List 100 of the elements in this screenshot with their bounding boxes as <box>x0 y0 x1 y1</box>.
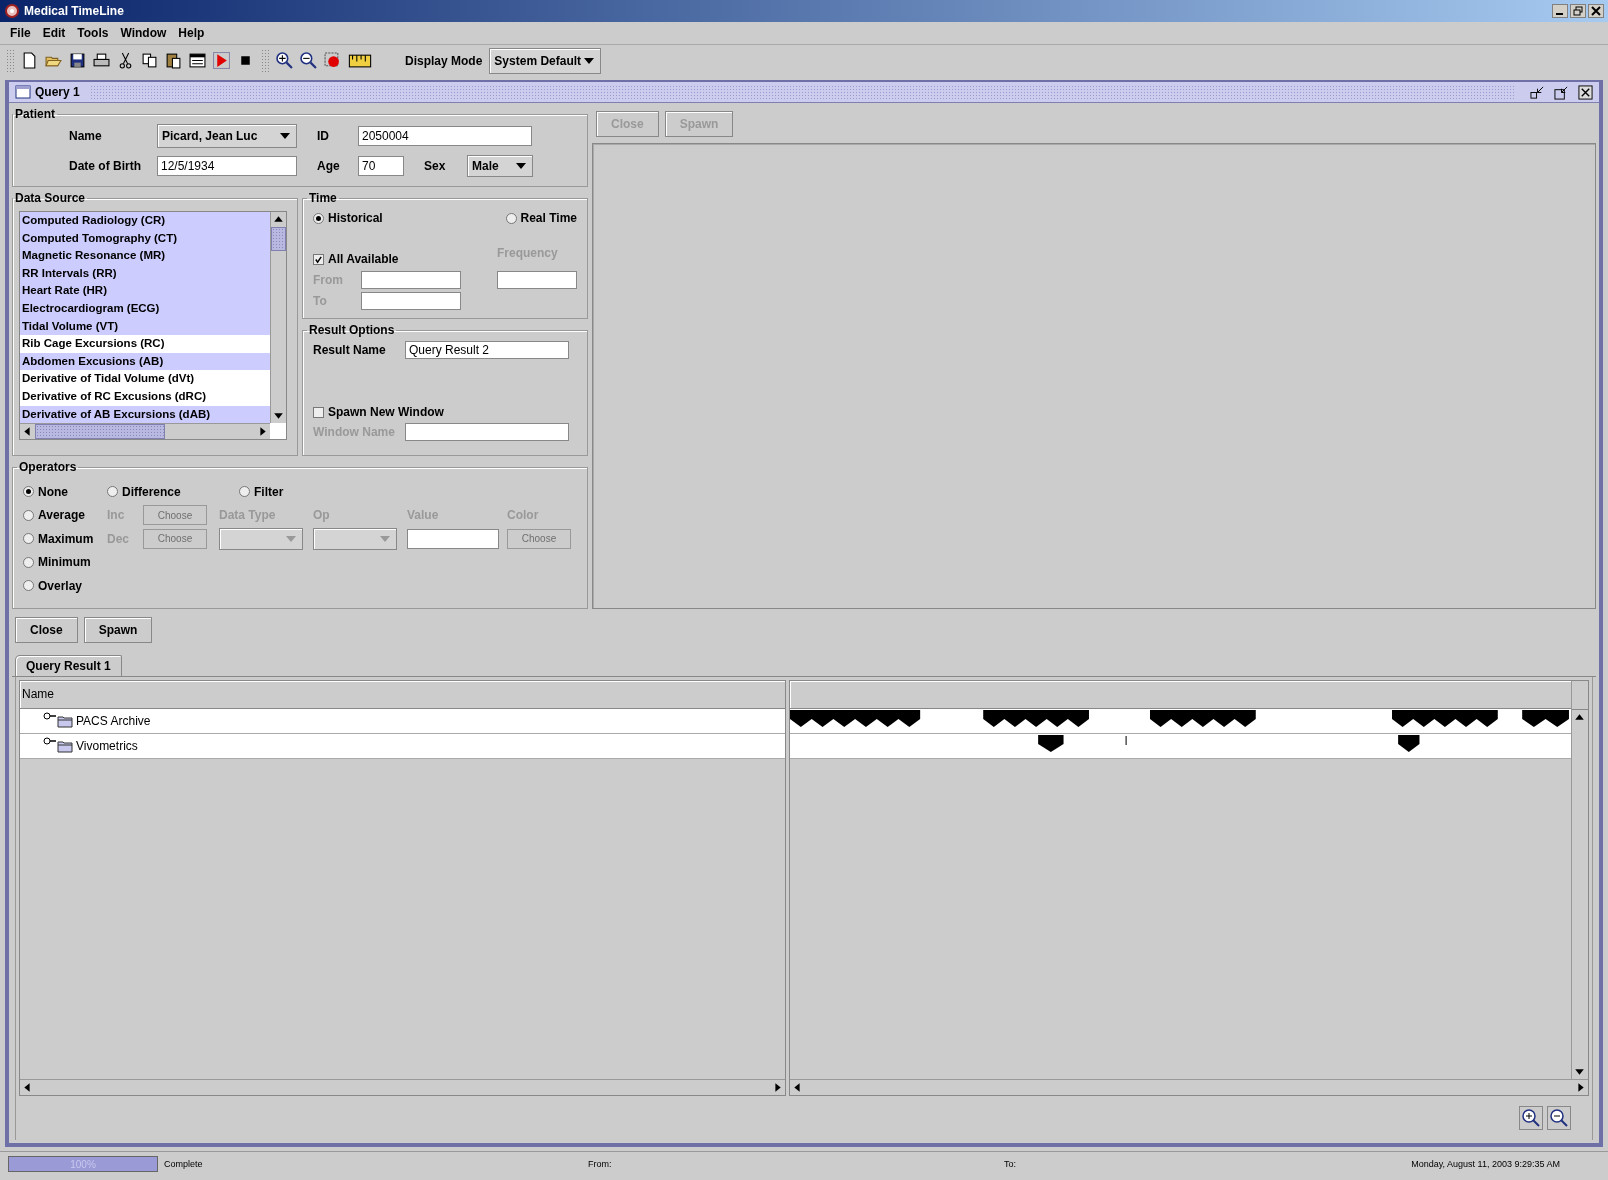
sex-dropdown[interactable]: Male <box>467 155 533 177</box>
radio-indicator[interactable] <box>23 580 34 592</box>
save-icon[interactable] <box>69 52 86 69</box>
age-field[interactable]: 70 <box>358 156 404 176</box>
age-label: Age <box>316 159 341 173</box>
radio-indicator[interactable] <box>23 556 34 568</box>
checkbox-indicator[interactable] <box>313 406 324 418</box>
paste-icon[interactable] <box>165 52 182 69</box>
tree-node-label[interactable]: Vivometrics <box>76 739 138 753</box>
time-mode-radio[interactable]: Historical <box>313 211 383 225</box>
result-name-label: Result Name <box>313 343 387 357</box>
name-label: Name <box>68 129 103 143</box>
scroll-thumb[interactable] <box>271 227 286 251</box>
menu-item[interactable]: Help <box>176 26 211 40</box>
zoom-in-icon[interactable] <box>276 52 293 69</box>
new-document-icon[interactable] <box>21 52 38 69</box>
operator-radio[interactable]: Filter <box>239 484 407 499</box>
folder-icon <box>57 714 73 728</box>
printer-icon[interactable] <box>93 52 110 69</box>
data-source-item[interactable]: Heart Rate (HR) <box>20 282 270 300</box>
display-mode-dropdown[interactable]: System Default <box>489 47 602 74</box>
checkbox-indicator[interactable] <box>313 253 324 265</box>
op-dropdown[interactable] <box>313 527 397 550</box>
zoom-out-icon[interactable] <box>300 52 317 69</box>
operator-radio[interactable]: Minimum <box>23 555 107 570</box>
scroll-thumb[interactable] <box>35 424 165 439</box>
date-of-birth-field[interactable]: 12/5/1934 <box>157 156 297 176</box>
play-icon[interactable] <box>213 52 230 69</box>
data-source-title: Data Source <box>14 191 87 205</box>
to-status: To: <box>1004 1159 1017 1169</box>
caret-icon <box>280 133 290 139</box>
vertical-scrollbar[interactable] <box>1571 681 1588 1079</box>
menu-item[interactable]: Window <box>118 26 173 40</box>
from-status: From: <box>588 1159 613 1169</box>
caret-icon <box>584 57 595 64</box>
radio-indicator[interactable] <box>107 486 118 498</box>
table-window-icon[interactable] <box>189 52 206 69</box>
record-icon[interactable] <box>324 52 341 69</box>
result-tab[interactable]: Query Result 1 <box>15 655 122 676</box>
radio-indicator[interactable] <box>23 533 34 545</box>
scissors-icon[interactable] <box>117 52 134 69</box>
patient-title: Patient <box>14 107 56 121</box>
time-title: Time <box>308 191 338 205</box>
tree-toggle-icon[interactable] <box>43 737 57 747</box>
column-header[interactable]: Name <box>20 681 785 709</box>
spawn-new-window-checkbox[interactable]: Spawn New Window <box>313 405 577 419</box>
horizontal-scrollbar[interactable] <box>20 1079 785 1095</box>
window-icon <box>15 84 31 100</box>
restore-icon[interactable] <box>1570 4 1586 18</box>
maximize-icon[interactable] <box>1554 84 1569 100</box>
sex-label: Sex <box>423 159 447 173</box>
id-field[interactable]: 2050004 <box>358 126 532 146</box>
data-source-item[interactable]: Magnetic Resonance (MR) <box>20 247 270 265</box>
minimize-icon[interactable] <box>1552 4 1568 18</box>
tree-node-label[interactable]: PACS Archive <box>76 714 151 728</box>
tree-toggle-icon[interactable] <box>43 712 57 722</box>
radio-indicator[interactable] <box>505 212 517 224</box>
date-time: Monday, August 11, 2003 9:29:35 AM <box>1411 1159 1561 1169</box>
zoom-out-icon[interactable] <box>1547 1106 1571 1130</box>
result-name-field[interactable]: Query Result 2 <box>405 341 569 359</box>
patient-name-dropdown[interactable]: Picard, Jean Luc <box>157 124 297 148</box>
result-action-button[interactable]: Close <box>15 617 78 643</box>
radio-indicator[interactable] <box>313 212 324 224</box>
ruler-icon[interactable] <box>348 52 372 69</box>
result-options-title: Result Options <box>308 323 396 337</box>
radio-indicator[interactable] <box>239 486 250 498</box>
operator-radio[interactable]: None <box>23 484 107 499</box>
horizontal-scrollbar[interactable] <box>20 423 270 439</box>
folder-icon <box>57 739 73 753</box>
data-type-dropdown[interactable] <box>219 527 303 550</box>
copy-icon[interactable] <box>141 52 158 69</box>
caret-icon <box>286 535 296 542</box>
minimize-icon[interactable] <box>1530 84 1545 100</box>
zoom-in-icon[interactable] <box>1519 1106 1543 1130</box>
close-icon[interactable] <box>1578 84 1593 100</box>
caret-icon <box>380 535 390 542</box>
id-label: ID <box>316 129 330 143</box>
date-of-birth-label: Date of Birth <box>68 159 142 173</box>
internal-window-title: Query 1 <box>35 85 80 99</box>
operator-radio[interactable]: Maximum <box>23 531 107 546</box>
result-action-button[interactable]: Spawn <box>83 617 153 643</box>
status-text: Complete <box>164 1159 204 1169</box>
radio-indicator[interactable] <box>23 509 34 521</box>
close-icon[interactable] <box>1588 4 1604 18</box>
vertical-scrollbar[interactable] <box>270 212 286 423</box>
time-mode-radio[interactable]: Real Time <box>505 211 577 225</box>
operators-title: Operators <box>18 460 78 474</box>
horizontal-scrollbar[interactable] <box>790 1079 1588 1095</box>
menu-item[interactable]: File <box>8 26 37 40</box>
window-title: Medical TimeLine <box>24 4 125 18</box>
operator-radio[interactable]: Overlay <box>23 578 107 593</box>
all-available-checkbox[interactable]: All Available <box>313 252 461 266</box>
radio-indicator[interactable] <box>23 486 34 498</box>
caret-icon <box>516 163 526 169</box>
app-logo-icon <box>4 3 20 19</box>
operator-radio[interactable]: Average <box>23 508 107 523</box>
menu-item[interactable]: Tools <box>75 26 115 40</box>
operator-radio[interactable]: Difference <box>107 484 219 499</box>
menu-item[interactable]: Edit <box>40 26 72 40</box>
data-source-item[interactable]: Computed Radiology (CR) <box>20 212 270 230</box>
